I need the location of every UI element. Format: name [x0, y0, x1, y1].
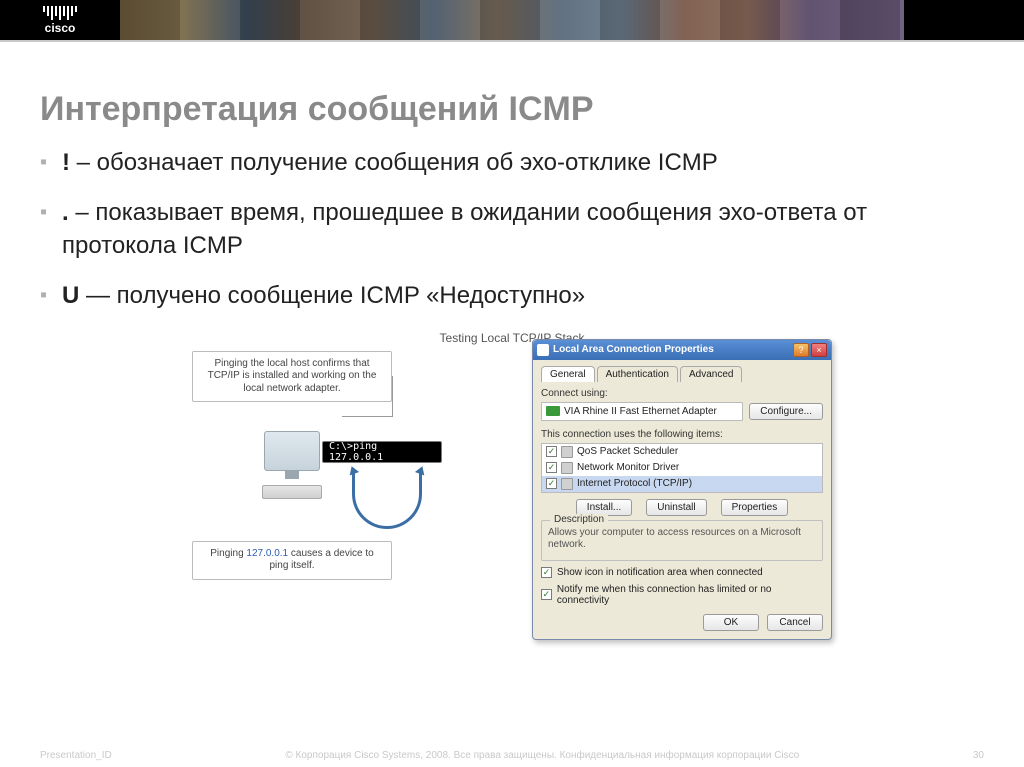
help-button[interactable]: ? [793, 343, 809, 357]
protocol-icon [561, 478, 573, 490]
protocol-icon [561, 446, 573, 458]
top-banner: cisco [0, 0, 1024, 40]
show-icon-label: Show icon in notification area when conn… [557, 567, 763, 578]
command-text: C:\>ping 127.0.0.1 [329, 441, 435, 463]
properties-button[interactable]: Properties [721, 499, 789, 516]
callout-leader-line [342, 416, 393, 417]
callout-bottom-ip: 127.0.0.1 [246, 548, 288, 559]
list-item-label: Network Monitor Driver [577, 462, 679, 473]
connection-properties-dialog: Local Area Connection Properties ? × Gen… [532, 339, 832, 640]
slide-title: Интерпретация сообщений ICMP [40, 90, 984, 129]
monitor-icon [264, 431, 320, 471]
configure-button[interactable]: Configure... [749, 403, 823, 420]
protocol-listbox[interactable]: ✓ QoS Packet Scheduler ✓ Network Monitor… [541, 443, 823, 493]
footer-page-number: 30 [973, 750, 984, 761]
tab-advanced[interactable]: Advanced [680, 366, 742, 382]
bullet-list: ! – обозначает получение сообщения об эх… [40, 147, 984, 313]
cisco-logo-cell: cisco [0, 0, 120, 40]
uninstall-button[interactable]: Uninstall [646, 499, 706, 516]
slide-footer: Presentation_ID © Корпорация Cisco Syste… [0, 750, 1024, 761]
list-item-label: Internet Protocol (TCP/IP) [577, 478, 692, 489]
pc-tower-icon [262, 485, 322, 499]
bullet-symbol: ! [62, 149, 70, 176]
ok-button[interactable]: OK [703, 614, 759, 631]
dialog-titlebar: Local Area Connection Properties ? × [533, 340, 831, 360]
connect-using-label: Connect using: [541, 388, 823, 399]
callout-bottom-pre: Pinging [210, 548, 246, 559]
banner-tail [904, 0, 1024, 40]
uses-items-label: This connection uses the following items… [541, 429, 823, 440]
adapter-field: VIA Rhine II Fast Ethernet Adapter [541, 402, 743, 421]
list-item[interactable]: ✓ Internet Protocol (TCP/IP) [542, 476, 822, 492]
show-icon-checkbox-row: ✓ Show icon in notification area when co… [541, 567, 823, 578]
description-title: Description [550, 514, 608, 525]
footer-center: © Корпорация Cisco Systems, 2008. Все пр… [285, 750, 799, 761]
diagram-area: Testing Local TCP/IP Stack Pinging the l… [192, 331, 832, 641]
cisco-wordmark: cisco [43, 22, 77, 34]
cancel-button[interactable]: Cancel [767, 614, 823, 631]
checkbox-icon[interactable]: ✓ [546, 478, 557, 489]
tab-general[interactable]: General [541, 366, 595, 382]
slide-body: Интерпретация сообщений ICMP ! – обознач… [0, 42, 1024, 641]
list-item[interactable]: ✓ Network Monitor Driver [542, 460, 822, 476]
notify-label: Notify me when this connection has limit… [557, 584, 823, 606]
protocol-icon [561, 462, 573, 474]
checkbox-icon[interactable]: ✓ [546, 462, 557, 473]
adapter-name: VIA Rhine II Fast Ethernet Adapter [564, 406, 717, 417]
description-text: Allows your computer to access resources… [548, 527, 816, 552]
dialog-title: Local Area Connection Properties [553, 344, 791, 355]
cisco-bars-icon [43, 6, 77, 20]
footer-left: Presentation_ID [40, 750, 112, 761]
cisco-logo: cisco [43, 6, 77, 34]
notify-checkbox-row: ✓ Notify me when this connection has lim… [541, 584, 823, 606]
close-button[interactable]: × [811, 343, 827, 357]
checkbox-icon[interactable]: ✓ [541, 589, 552, 600]
callout-top-text: Pinging the local host confirms that TCP… [208, 358, 377, 394]
checkbox-icon[interactable]: ✓ [541, 567, 552, 578]
callout-top: Pinging the local host confirms that TCP… [192, 351, 392, 403]
monitor-stand-icon [285, 471, 299, 479]
bullet-symbol: U [62, 282, 79, 309]
list-item[interactable]: ✓ QoS Packet Scheduler [542, 444, 822, 460]
dialog-ok-cancel-row: OK Cancel [541, 614, 823, 631]
tab-authentication[interactable]: Authentication [597, 366, 678, 382]
command-prompt: C:\>ping 127.0.0.1 [322, 441, 442, 463]
dialog-tabs: General Authentication Advanced [541, 366, 823, 382]
checkbox-icon[interactable]: ✓ [546, 446, 557, 457]
bullet-text: – обозначает получение сообщения об эхо-… [70, 149, 718, 176]
dialog-body: General Authentication Advanced Connect … [533, 360, 831, 639]
bullet-item: ! – обозначает получение сообщения об эх… [40, 147, 984, 179]
callout-bottom: Pinging 127.0.0.1 causes a device to pin… [192, 541, 392, 580]
loopback-arrow-icon [352, 469, 422, 529]
banner-photo-strip [120, 0, 904, 40]
bullet-item: U — получено сообщение ICMP «Недоступно» [40, 280, 984, 312]
description-group: Description Allows your computer to acce… [541, 520, 823, 561]
bullet-text: — получено сообщение ICMP «Недоступно» [79, 282, 585, 309]
dialog-icon [537, 344, 549, 356]
bullet-symbol: . [62, 199, 69, 226]
list-item-label: QoS Packet Scheduler [577, 446, 678, 457]
bullet-item: . – показывает время, прошедшее в ожидан… [40, 197, 984, 262]
nic-icon [546, 406, 560, 416]
bullet-text: – показывает время, прошедшее в ожидании… [62, 199, 867, 258]
callout-leader-line [392, 376, 393, 416]
